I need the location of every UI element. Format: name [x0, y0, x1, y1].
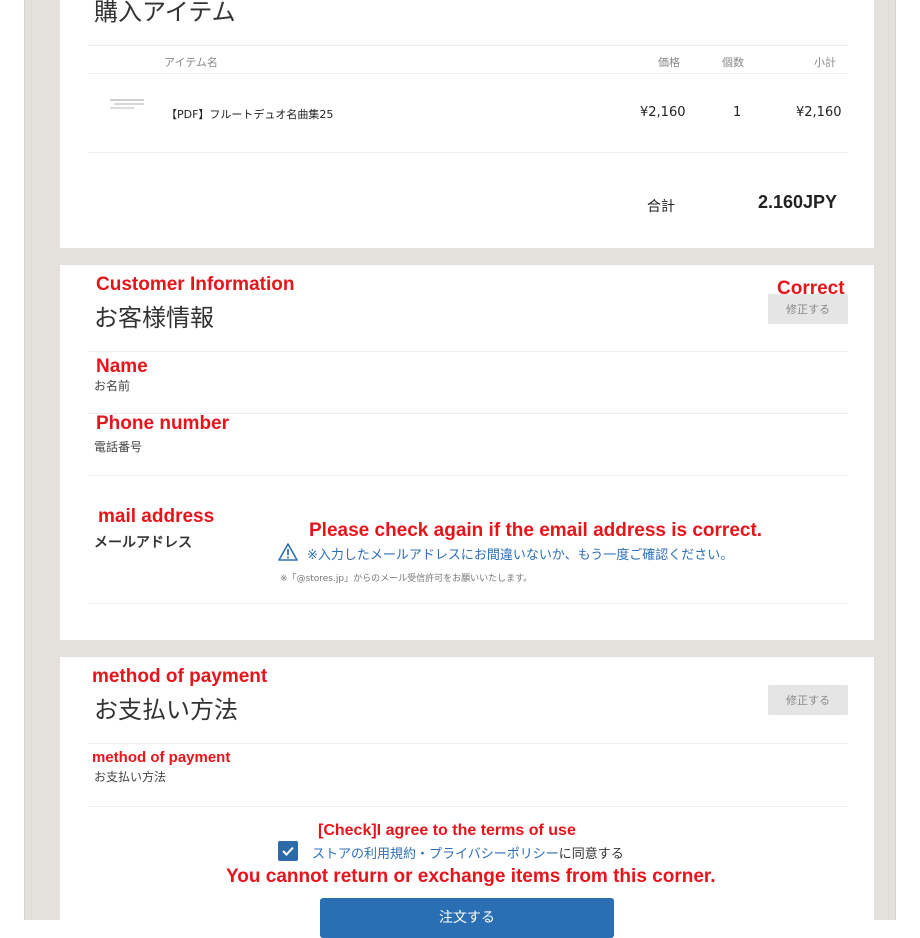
agree-suffix: に同意する — [558, 847, 624, 862]
item-thumbnail[interactable] — [108, 96, 148, 110]
agree-text: ストアの利用規約・プライバシーポリシーに同意する — [312, 843, 624, 862]
customer-title: お客様情報 — [94, 304, 214, 332]
phone-label: 電話番号 — [94, 440, 143, 454]
divider — [88, 475, 848, 476]
mail-check-annotation: Please check again if the email address … — [309, 520, 763, 541]
payment-title: お支払い方法 — [94, 696, 238, 724]
method-annotation: method of payment — [92, 749, 231, 766]
mail-warning: ※入力したメールアドレスにお間違いないか、もう一度ご確認ください。 — [307, 548, 734, 563]
customer-annotation: Customer Information — [96, 274, 295, 295]
divider — [88, 73, 848, 74]
header-item: アイテム名 — [164, 56, 218, 69]
checkmark-icon — [282, 846, 294, 856]
name-label: お名前 — [94, 379, 131, 393]
divider — [88, 351, 848, 352]
header-subtotal: 小計 — [814, 56, 836, 69]
method-label: お支払い方法 — [94, 770, 167, 784]
warning-annotation: You cannot return or exchange items from… — [226, 866, 716, 887]
mail-note: ※「@stores.jp」からのメール受信許可をお願いいたします。 — [280, 574, 533, 584]
item-name[interactable]: 【PDF】フルートデュオ名曲集25 — [166, 106, 333, 122]
divider — [88, 603, 848, 604]
mail-label: メールアドレス — [94, 535, 192, 551]
item-price: ¥2,160 — [640, 105, 686, 120]
total-value: 2.160JPY — [758, 192, 838, 212]
purchase-card — [60, 0, 874, 248]
customer-edit-button[interactable]: 修正する — [768, 294, 848, 324]
check-annotation: [Check]I agree to the terms of use — [318, 822, 576, 839]
divider — [88, 45, 848, 46]
divider — [88, 743, 848, 744]
name-annotation: Name — [96, 356, 148, 377]
header-price: 価格 — [658, 56, 680, 69]
submit-button[interactable]: 注文する — [320, 898, 614, 938]
total-label: 合計 — [647, 199, 675, 215]
terms-link[interactable]: ストアの利用規約・プライバシーポリシー — [312, 847, 559, 862]
divider — [88, 806, 848, 807]
payment-edit-button[interactable]: 修正する — [768, 685, 848, 715]
divider — [88, 152, 848, 153]
phone-annotation: Phone number — [96, 413, 230, 434]
warning-icon — [278, 543, 298, 561]
header-qty: 個数 — [722, 56, 744, 69]
purchase-title: 購入アイテム — [94, 0, 236, 26]
mail-annotation: mail address — [98, 506, 215, 527]
item-qty: 1 — [733, 105, 742, 120]
payment-annotation: method of payment — [92, 666, 268, 687]
item-subtotal: ¥2,160 — [796, 105, 842, 120]
agree-checkbox[interactable] — [278, 841, 298, 861]
